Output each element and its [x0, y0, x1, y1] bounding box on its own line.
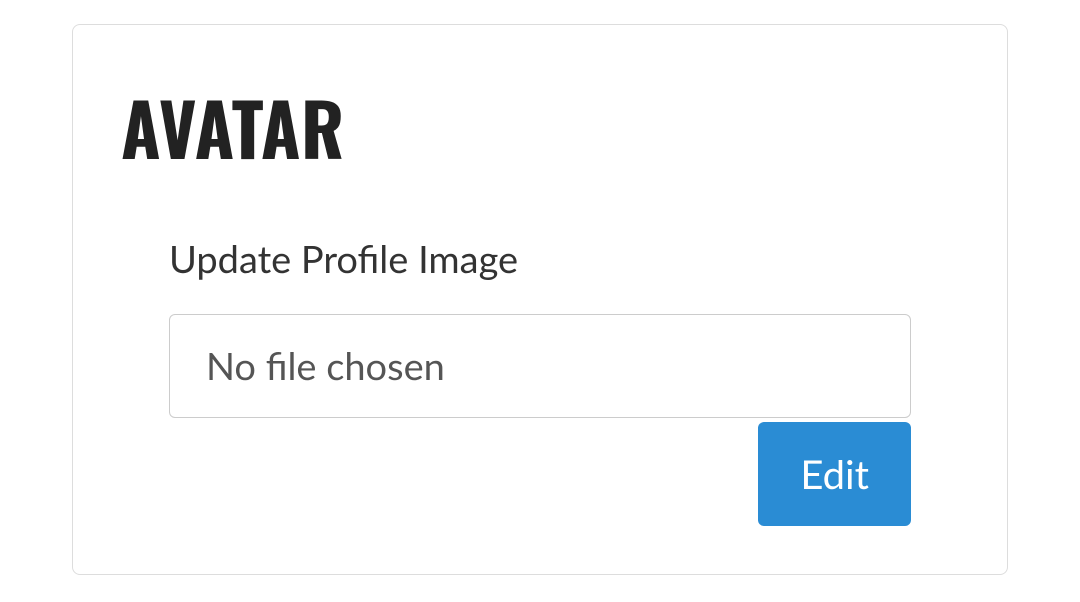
file-input[interactable]: No file chosen	[169, 314, 911, 418]
file-input-wrapper: No file chosen	[169, 314, 911, 418]
edit-button[interactable]: Edit	[758, 422, 911, 526]
avatar-form: Update Profile Image No file chosen Edit	[121, 236, 959, 526]
button-row: Edit	[169, 422, 911, 526]
avatar-card: AVATAR Update Profile Image No file chos…	[72, 24, 1008, 575]
section-title: AVATAR	[121, 73, 959, 180]
profile-image-label: Update Profile Image	[169, 236, 911, 282]
